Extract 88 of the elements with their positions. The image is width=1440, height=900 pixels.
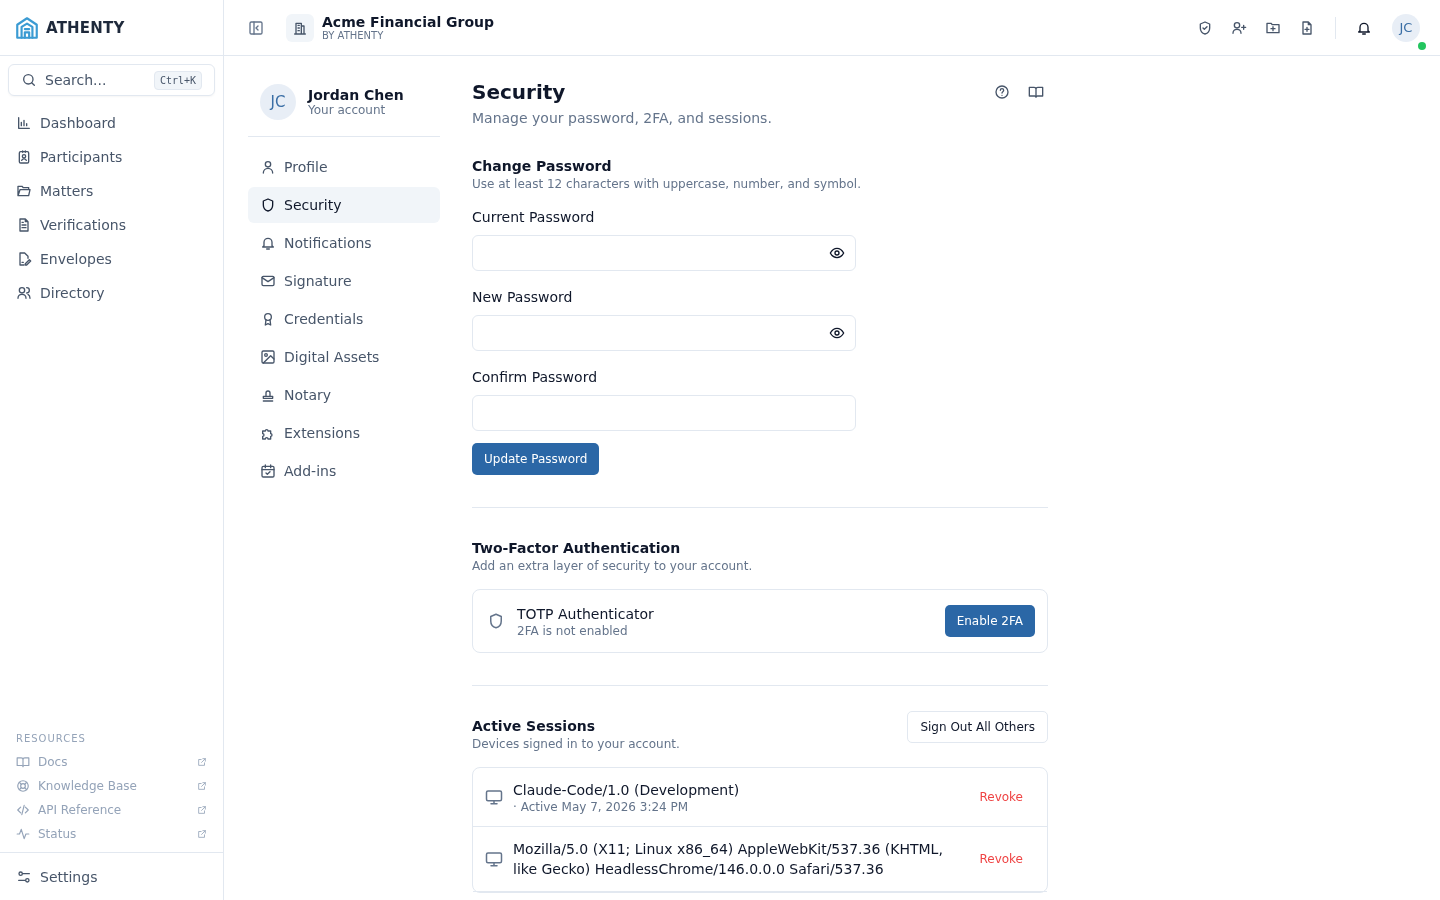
- external-link-icon: [197, 829, 207, 839]
- search-placeholder: Search...: [45, 72, 108, 88]
- calendar-check-icon: [260, 463, 276, 479]
- sidebar-item[interactable]: Matters: [8, 174, 215, 208]
- revoke-button[interactable]: Revoke: [967, 786, 1035, 808]
- settings-nav-item[interactable]: Profile: [248, 149, 440, 185]
- eye-icon: [829, 245, 845, 261]
- account-subtitle: Your account: [308, 103, 387, 117]
- method-status: 2FA is not enabled: [517, 624, 629, 638]
- section-hint: Devices signed in to your account.: [472, 737, 681, 751]
- shortcut-hint: Ctrl+K: [153, 70, 202, 90]
- session-agent: Mozilla/5.0 (X11; Linux x86_64) AppleWebKit/537.36 (KHTML, like Gecko) HeadlessChrome/146.0.0.0 Safari/537.36: [513, 840, 944, 879]
- page-title: Security: [472, 80, 567, 104]
- section-hint: Use at least 12 characters with uppercase, number, and symbol.: [472, 177, 862, 191]
- sidebar-toggle-icon: [248, 19, 264, 36]
- search-icon: [21, 72, 37, 88]
- sidebar-item[interactable]: Directory: [8, 276, 215, 310]
- settings-link[interactable]: Settings: [8, 860, 215, 894]
- id-badge-icon: [16, 149, 32, 165]
- bell-icon: [260, 235, 276, 251]
- settings-nav-item[interactable]: Notary: [248, 377, 440, 413]
- settings-nav-item[interactable]: Notifications: [248, 225, 440, 261]
- show-password-button[interactable]: [829, 325, 845, 341]
- settings-nav-item[interactable]: Extensions: [248, 415, 440, 451]
- add-user-icon: [1231, 19, 1247, 36]
- password-field[interactable]: [472, 395, 856, 431]
- field-label: New Password: [472, 289, 574, 305]
- signed-document-icon: [16, 251, 32, 267]
- password-field[interactable]: [472, 235, 856, 271]
- sign-out-all-button[interactable]: Sign Out All Others: [907, 711, 1048, 743]
- brand-name: ATHENTY: [46, 18, 125, 37]
- book-icon: [1028, 84, 1044, 100]
- external-link-icon: [197, 781, 207, 791]
- bar-chart-icon: [16, 115, 32, 131]
- revoke-button[interactable]: Revoke: [967, 848, 1035, 870]
- account-avatar: JC: [260, 84, 296, 120]
- pulse-icon: [16, 827, 30, 841]
- external-link-icon: [197, 805, 207, 815]
- shield-check-icon: [1197, 19, 1213, 36]
- sidebar-item[interactable]: Envelopes: [8, 242, 215, 276]
- sliders-icon: [16, 869, 32, 885]
- sidebar-item[interactable]: Dashboard: [8, 106, 215, 140]
- stamp-icon: [260, 387, 276, 403]
- lifebuoy-icon: [16, 779, 30, 793]
- account-name: Jordan Chen: [308, 87, 404, 103]
- external-link-icon: [197, 757, 207, 767]
- field-label: Current Password: [472, 209, 596, 225]
- session-agent: Claude-Code/1.0 (Development): [513, 781, 741, 800]
- settings-nav-item[interactable]: Add-ins: [248, 453, 440, 489]
- document-icon: [16, 217, 32, 233]
- organization-name: Acme Financial Group: [322, 14, 495, 30]
- monitor-icon: [485, 850, 503, 868]
- sidebar-item[interactable]: Verifications: [8, 208, 215, 242]
- update-password-button[interactable]: Update Password: [472, 443, 600, 475]
- section-title: Change Password: [472, 158, 613, 174]
- envelope-icon: [260, 273, 276, 289]
- users-icon: [16, 285, 32, 301]
- shield-icon: [260, 197, 276, 213]
- section-title: Two-Factor Authentication: [472, 540, 682, 556]
- user-icon: [260, 159, 276, 175]
- page-subtitle: Manage your password, 2FA, and sessions.: [472, 110, 772, 126]
- eye-icon: [829, 325, 845, 341]
- logo-icon: [14, 14, 40, 41]
- field-label: Confirm Password: [472, 369, 599, 385]
- settings-nav-item[interactable]: Security: [248, 187, 440, 223]
- enable-2fa-button[interactable]: Enable 2FA: [944, 605, 1035, 637]
- organization-subtitle: BY ATHENTY: [322, 30, 385, 41]
- section-hint: Add an extra layer of security to your account.: [472, 559, 754, 573]
- book-icon: [16, 755, 30, 769]
- settings-nav-item[interactable]: Digital Assets: [248, 339, 440, 375]
- monitor-icon: [485, 788, 503, 806]
- method-name: TOTP Authenticator: [517, 605, 655, 624]
- add-document-icon: [1299, 19, 1315, 36]
- session-activity: · Active May 7, 2026 3:24 PM: [513, 800, 690, 814]
- shield-icon: [487, 612, 505, 630]
- password-field[interactable]: [472, 315, 856, 351]
- show-password-button[interactable]: [829, 245, 845, 261]
- folder-icon: [16, 183, 32, 199]
- sidebar-item[interactable]: Participants: [8, 140, 215, 174]
- help-icon: [994, 84, 1010, 100]
- section-heading: RESOURCES: [15, 733, 87, 746]
- image-icon: [260, 349, 276, 365]
- section-title: Active Sessions: [472, 718, 597, 734]
- code-icon: [16, 803, 30, 817]
- search-field[interactable]: Search... Ctrl+K: [8, 64, 215, 96]
- settings-nav-item[interactable]: Credentials: [248, 301, 440, 337]
- user-avatar[interactable]: JC: [1392, 13, 1420, 42]
- settings-nav-item[interactable]: Signature: [248, 263, 440, 299]
